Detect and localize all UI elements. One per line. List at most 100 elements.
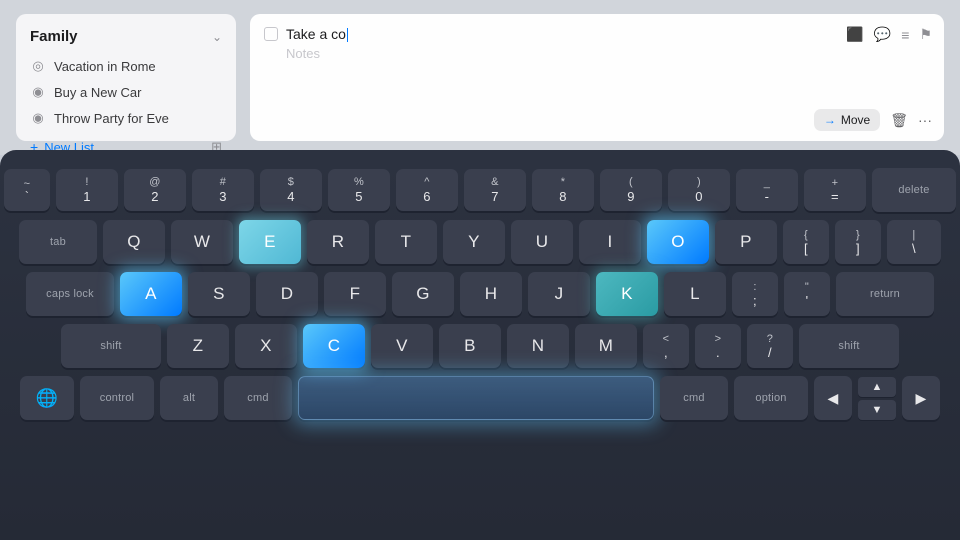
note-title-row: Take a co <box>264 26 930 42</box>
key-W[interactable]: W <box>171 220 233 264</box>
key-C[interactable]: C <box>303 324 365 368</box>
comment-icon[interactable]: 💬 <box>874 26 891 43</box>
key-N[interactable]: N <box>507 324 569 368</box>
note-placeholder: Notes <box>286 46 930 61</box>
qwerty-row: tab Q W E R T Y U I O P {[ }] |\ <box>20 220 940 264</box>
key-P[interactable]: P <box>715 220 777 264</box>
list-item[interactable]: ◎ Vacation in Rome <box>16 53 236 79</box>
key-4[interactable]: $4 <box>260 169 322 211</box>
key-6[interactable]: ^6 <box>396 169 458 211</box>
asdf-row: caps lock A S D F G H J K L :; "' return <box>20 272 940 316</box>
key-quote[interactable]: "' <box>784 272 830 316</box>
list-item[interactable]: ◉ Buy a New Car <box>16 79 236 105</box>
media-icon[interactable]: ⬛ <box>846 26 863 43</box>
key-O[interactable]: O <box>647 220 709 264</box>
option-key[interactable]: option <box>734 376 808 420</box>
arrow-up-key[interactable]: ▲ <box>858 377 896 397</box>
key-7[interactable]: &7 <box>464 169 526 211</box>
key-9[interactable]: (9 <box>600 169 662 211</box>
cmd-left-key[interactable]: cmd <box>224 376 292 420</box>
list-icon: ◎ <box>30 58 46 74</box>
sidebar-item-label: Throw Party for Eve <box>54 111 169 126</box>
delete-key[interactable]: delete <box>872 168 956 212</box>
list-icon: ◉ <box>30 84 46 100</box>
flag-icon[interactable]: ⚑ <box>919 26 932 43</box>
globe-key[interactable]: 🌐 <box>20 376 74 420</box>
key-R[interactable]: R <box>307 220 369 264</box>
key-8[interactable]: *8 <box>532 169 594 211</box>
key-backtick[interactable]: ~ ` <box>4 169 50 211</box>
zxcv-row: shift Z X C V B N M <, >. ?/ shift <box>20 324 940 368</box>
key-V[interactable]: V <box>371 324 433 368</box>
key-G[interactable]: G <box>392 272 454 316</box>
sidebar: Family ⌄ ◎ Vacation in Rome ◉ Buy a New … <box>16 14 236 141</box>
key-5[interactable]: %5 <box>328 169 390 211</box>
key-A[interactable]: A <box>120 272 182 316</box>
key-M[interactable]: M <box>575 324 637 368</box>
key-X[interactable]: X <box>235 324 297 368</box>
note-toolbar-bottom: → Move 🗑 ··· <box>262 109 932 131</box>
sidebar-item-label: Vacation in Rome <box>54 59 156 74</box>
note-checkbox[interactable] <box>264 27 278 41</box>
arrow-left-key[interactable]: ◀ <box>814 376 852 420</box>
key-H[interactable]: H <box>460 272 522 316</box>
key-period[interactable]: >. <box>695 324 741 368</box>
key-backslash[interactable]: |\ <box>887 220 941 264</box>
sidebar-item-label: Buy a New Car <box>54 85 141 100</box>
key-semicolon[interactable]: :; <box>732 272 778 316</box>
key-U[interactable]: U <box>511 220 573 264</box>
key-bracket-close[interactable]: }] <box>835 220 881 264</box>
key-B[interactable]: B <box>439 324 501 368</box>
cmd-right-key[interactable]: cmd <box>660 376 728 420</box>
arrow-down-key[interactable]: ▼ <box>858 400 896 420</box>
bottom-row: 🌐 control alt cmd cmd option ◀ ▲ ▼ ▶ <box>20 376 940 420</box>
spacebar[interactable] <box>298 376 654 420</box>
shift-left-key[interactable]: shift <box>61 324 161 368</box>
caps-lock-key[interactable]: caps lock <box>26 272 114 316</box>
key-2[interactable]: @2 <box>124 169 186 211</box>
note-title-text: Take a co <box>286 26 348 42</box>
list-format-icon[interactable]: ≡ <box>901 27 909 43</box>
key-bracket-open[interactable]: {[ <box>783 220 829 264</box>
key-D[interactable]: D <box>256 272 318 316</box>
app-area: Family ⌄ ◎ Vacation in Rome ◉ Buy a New … <box>0 0 960 155</box>
key-0[interactable]: )0 <box>668 169 730 211</box>
text-cursor <box>347 28 349 42</box>
key-T[interactable]: T <box>375 220 437 264</box>
key-equals[interactable]: += <box>804 169 866 211</box>
keyboard: ~ ` !1 @2 #3 $4 %5 ^6 &7 *8 (9 )0 _- += … <box>0 150 960 540</box>
key-comma[interactable]: <, <box>643 324 689 368</box>
key-minus[interactable]: _- <box>736 169 798 211</box>
key-J[interactable]: J <box>528 272 590 316</box>
list-icon: ◉ <box>30 110 46 126</box>
key-K[interactable]: K <box>596 272 658 316</box>
shift-right-key[interactable]: shift <box>799 324 899 368</box>
move-label: Move <box>841 113 870 127</box>
arrow-right-key[interactable]: ▶ <box>902 376 940 420</box>
return-key[interactable]: return <box>836 272 934 316</box>
key-F[interactable]: F <box>324 272 386 316</box>
key-E[interactable]: E <box>239 220 301 264</box>
move-button[interactable]: → Move <box>814 109 880 131</box>
key-Q[interactable]: Q <box>103 220 165 264</box>
tab-key[interactable]: tab <box>19 220 97 264</box>
key-1[interactable]: !1 <box>56 169 118 211</box>
arrow-up-down-cluster: ▲ ▼ <box>858 377 896 420</box>
list-item[interactable]: ◉ Throw Party for Eve <box>16 105 236 131</box>
trash-icon[interactable]: 🗑 <box>890 112 908 129</box>
control-key[interactable]: control <box>80 376 154 420</box>
key-S[interactable]: S <box>188 272 250 316</box>
notes-area: Take a co Notes ⬛ 💬 ≡ ⚑ → Move 🗑 ··· <box>250 14 944 141</box>
number-row: ~ ` !1 @2 #3 $4 %5 ^6 &7 *8 (9 )0 _- += … <box>20 168 940 212</box>
chevron-down-icon: ⌄ <box>212 30 222 44</box>
key-I[interactable]: I <box>579 220 641 264</box>
more-options-icon[interactable]: ··· <box>918 112 932 128</box>
key-slash[interactable]: ?/ <box>747 324 793 368</box>
key-Y[interactable]: Y <box>443 220 505 264</box>
move-arrow-icon: → <box>824 113 836 127</box>
key-Z[interactable]: Z <box>167 324 229 368</box>
key-L[interactable]: L <box>664 272 726 316</box>
alt-key[interactable]: alt <box>160 376 218 420</box>
note-toolbar-top: ⬛ 💬 ≡ ⚑ <box>846 26 932 43</box>
key-3[interactable]: #3 <box>192 169 254 211</box>
